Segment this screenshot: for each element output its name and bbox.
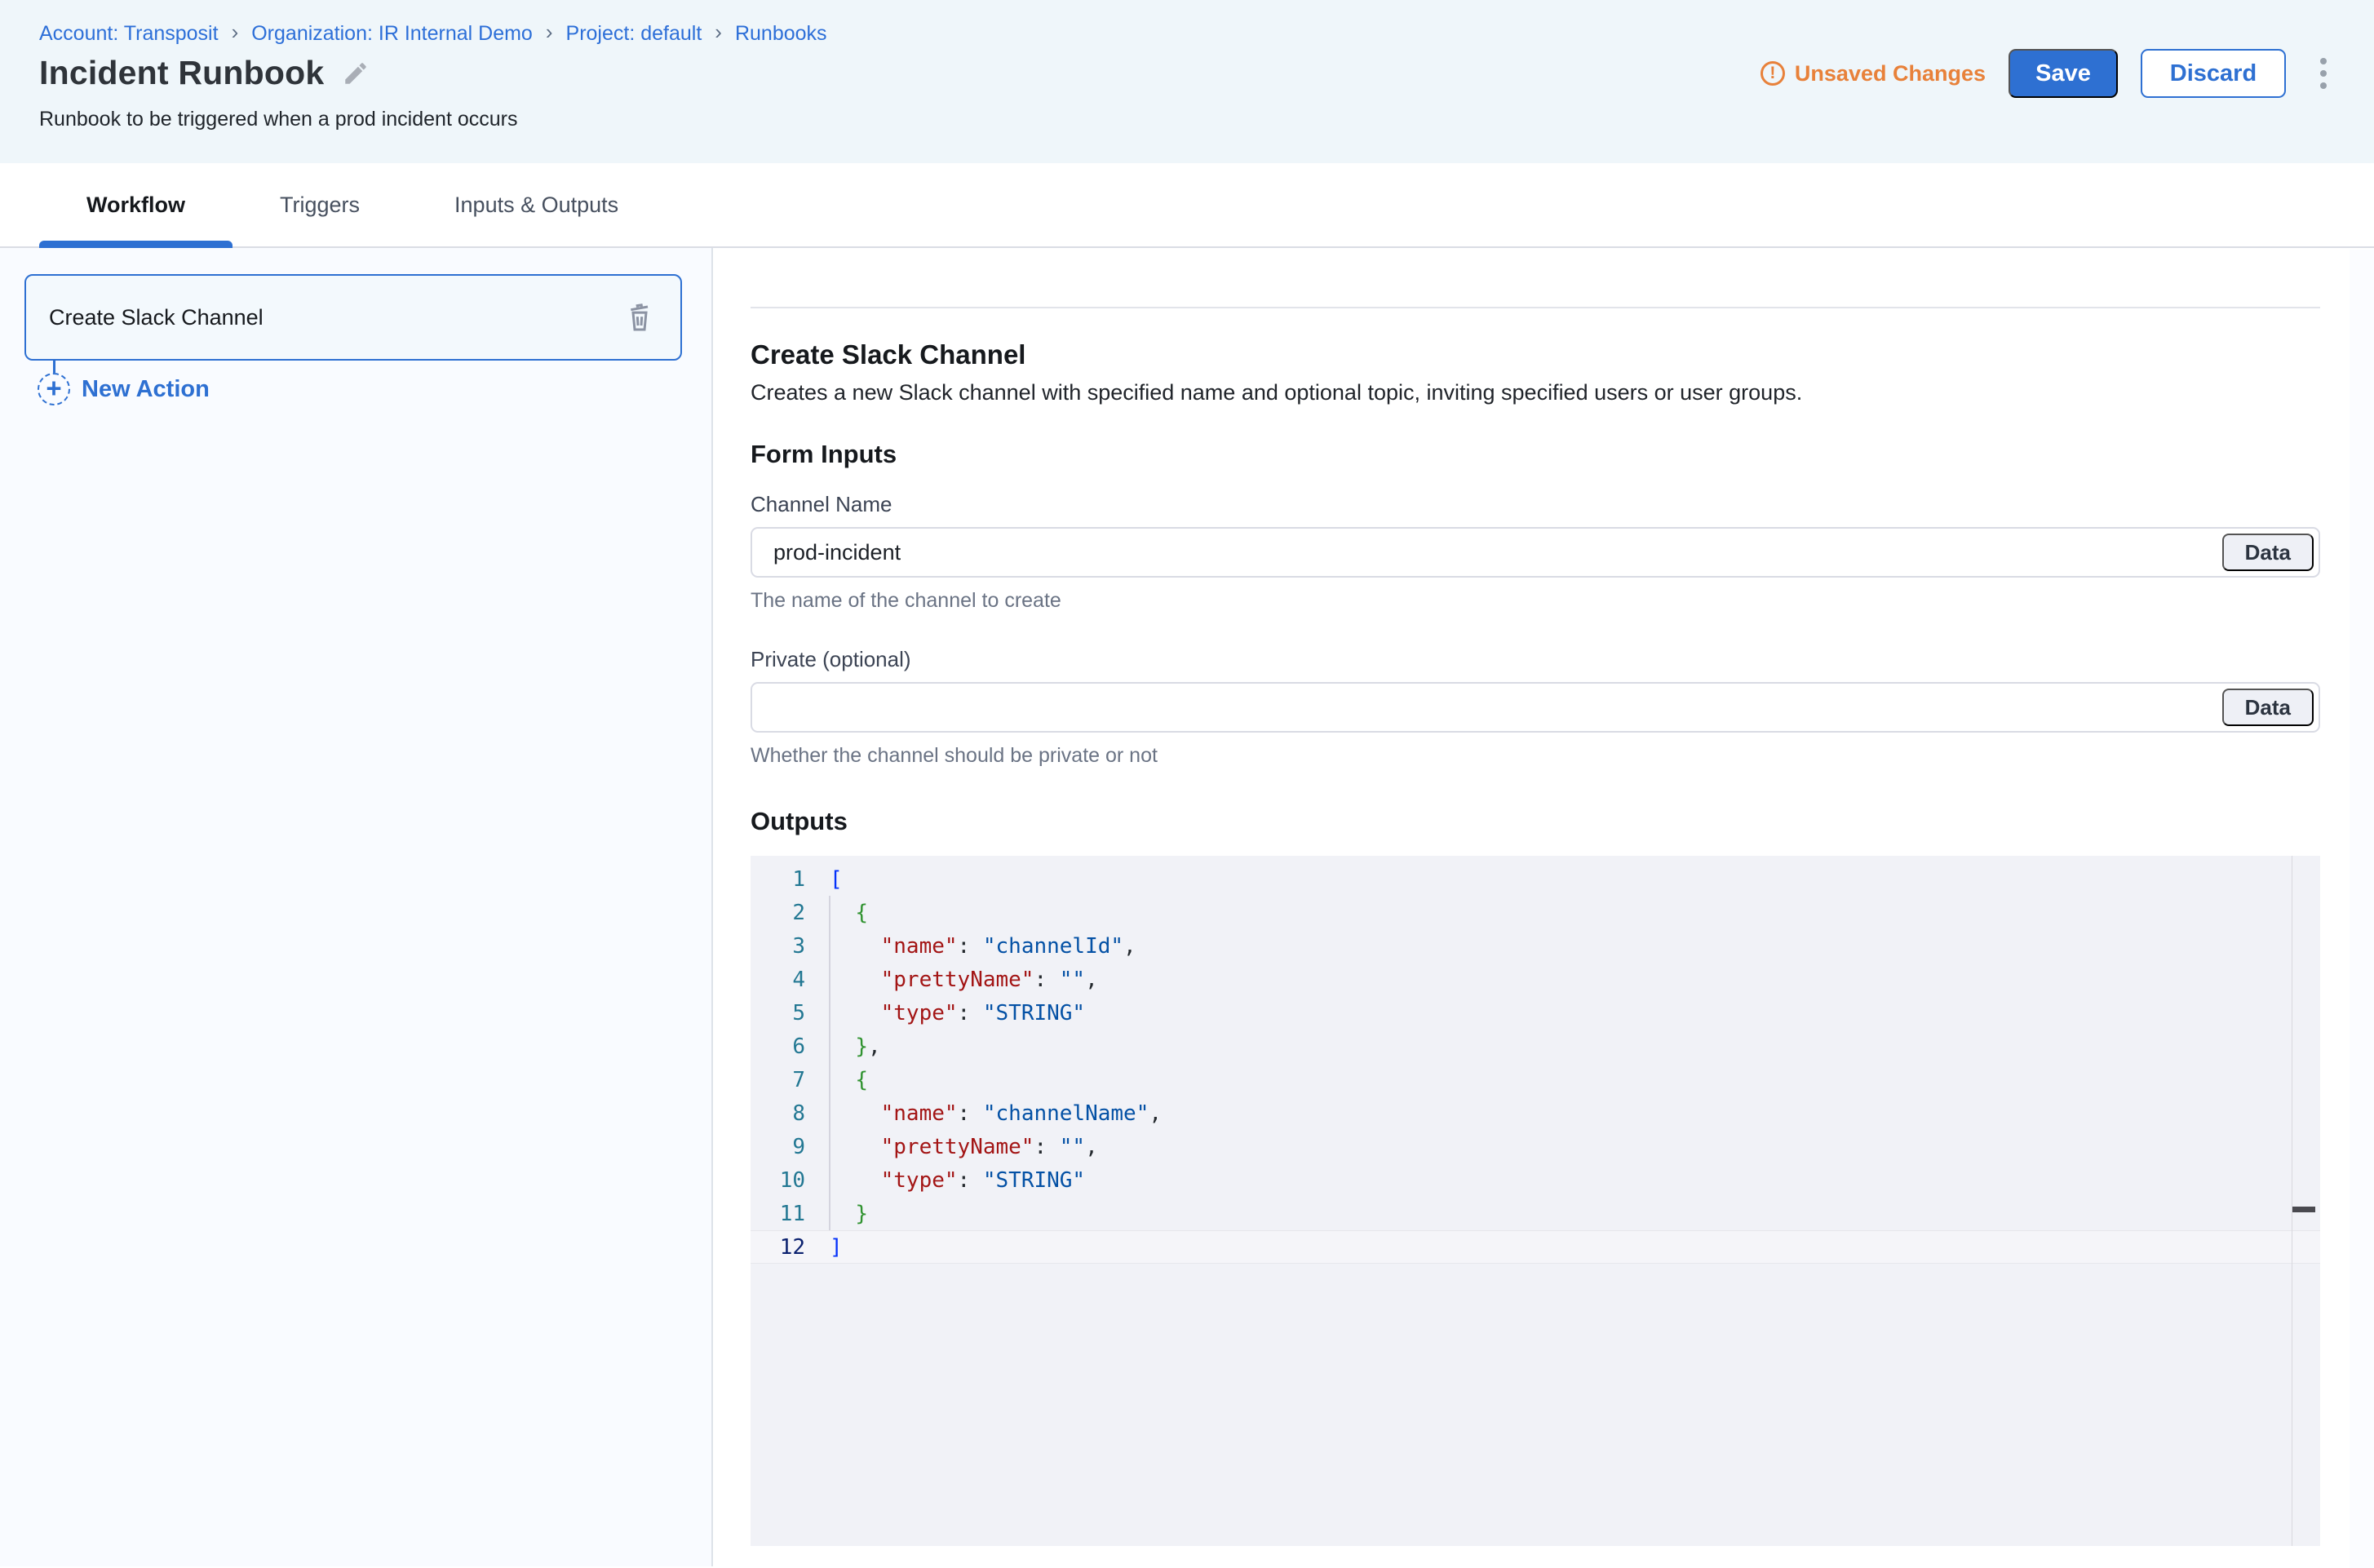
edit-title-icon[interactable]	[342, 60, 370, 87]
code-line[interactable]: 1[	[751, 862, 2320, 896]
tab-workflow-label: Workflow	[86, 193, 185, 218]
line-number: 1	[751, 867, 830, 892]
channel-name-input[interactable]	[751, 527, 2320, 578]
code-text: },	[830, 1034, 881, 1059]
private-data-button[interactable]: Data	[2222, 689, 2314, 726]
private-input[interactable]	[751, 682, 2320, 733]
line-number: 4	[751, 968, 830, 992]
channel-name-label: Channel Name	[751, 492, 2320, 517]
indent-guide	[829, 896, 830, 1230]
line-number: 10	[751, 1168, 830, 1193]
breadcrumb-separator-icon: ›	[232, 20, 239, 45]
code-line[interactable]: 10 "type": "STRING"	[751, 1163, 2320, 1197]
code-line[interactable]: 8 "name": "channelName",	[751, 1096, 2320, 1130]
breadcrumb-separator-icon: ›	[715, 20, 722, 45]
code-text: {	[830, 1068, 868, 1092]
outputs-heading: Outputs	[751, 807, 2320, 836]
warning-icon: !	[1761, 61, 1785, 86]
channel-name-helper: The name of the channel to create	[751, 589, 2320, 613]
code-line[interactable]: 5 "type": "STRING"	[751, 996, 2320, 1030]
private-label: Private (optional)	[751, 647, 2320, 672]
code-text: "type": "STRING"	[830, 1001, 1085, 1025]
discard-button[interactable]: Discard	[2141, 49, 2286, 98]
code-text: {	[830, 901, 868, 925]
breadcrumb: Account: Transposit › Organization: IR I…	[39, 21, 827, 47]
code-line[interactable]: 9 "prettyName": "",	[751, 1130, 2320, 1163]
tab-triggers[interactable]: Triggers	[233, 163, 407, 246]
action-description: Creates a new Slack channel with specifi…	[751, 380, 2320, 405]
step-connector	[53, 361, 55, 373]
line-number: 6	[751, 1034, 830, 1059]
more-options-icon[interactable]	[2309, 51, 2338, 95]
action-detail-panel: Create Slack Channel Creates a new Slack…	[713, 248, 2374, 1566]
line-number: 11	[751, 1202, 830, 1226]
outputs-code-editor[interactable]: 1[2 {3 "name": "channelId",4 "prettyName…	[751, 856, 2320, 1546]
code-text: ]	[830, 1235, 843, 1260]
page-title: Incident Runbook	[39, 54, 324, 92]
code-line[interactable]: 11 }	[751, 1197, 2320, 1230]
code-text: "prettyName": "",	[830, 1135, 1098, 1159]
new-action-label: New Action	[82, 376, 210, 403]
code-line[interactable]: 6 },	[751, 1030, 2320, 1063]
code-line[interactable]: 2 {	[751, 896, 2320, 929]
status-badge: Unsaved Changes	[1795, 61, 1986, 86]
line-number: 9	[751, 1135, 830, 1159]
unsaved-changes-status: ! Unsaved Changes	[1761, 61, 1986, 86]
new-action-button[interactable]: + New Action	[38, 373, 711, 405]
line-number: 3	[751, 934, 830, 959]
private-helper: Whether the channel should be private or…	[751, 744, 2320, 768]
cursor-position-marker	[2292, 1207, 2315, 1212]
active-tab-indicator	[39, 241, 233, 248]
workflow-steps-panel: Create Slack Channel + New Action	[0, 248, 713, 1566]
code-text: "type": "STRING"	[830, 1168, 1085, 1193]
scrollbar-track[interactable]	[2350, 250, 2374, 1568]
breadcrumb-runbooks[interactable]: Runbooks	[735, 22, 827, 46]
code-text: "prettyName": "",	[830, 968, 1098, 992]
save-button[interactable]: Save	[2009, 49, 2118, 98]
breadcrumb-project[interactable]: Project: default	[566, 22, 702, 46]
action-card-label: Create Slack Channel	[26, 305, 623, 330]
tab-workflow[interactable]: Workflow	[39, 163, 233, 246]
code-text: "name": "channelName",	[830, 1101, 1162, 1126]
code-text: [	[830, 867, 843, 892]
plus-icon: +	[38, 373, 70, 405]
app-header: Account: Transposit › Organization: IR I…	[0, 0, 2374, 163]
line-number: 7	[751, 1068, 830, 1092]
code-line[interactable]: 4 "prettyName": "",	[751, 963, 2320, 996]
code-text: "name": "channelId",	[830, 934, 1136, 959]
breadcrumb-organization[interactable]: Organization: IR Internal Demo	[251, 22, 533, 46]
tab-triggers-label: Triggers	[280, 193, 360, 218]
line-number: 12	[751, 1235, 830, 1260]
action-title: Create Slack Channel	[751, 339, 2320, 370]
code-line[interactable]: 3 "name": "channelId",	[751, 929, 2320, 963]
line-number: 5	[751, 1001, 830, 1025]
overview-ruler	[2292, 856, 2293, 1546]
code-lines: 1[2 {3 "name": "channelId",4 "prettyName…	[751, 856, 2320, 1264]
section-divider	[751, 307, 2320, 308]
channel-name-data-button[interactable]: Data	[2222, 534, 2314, 571]
tab-bar: Workflow Triggers Inputs & Outputs	[0, 163, 2374, 248]
code-text: }	[830, 1202, 868, 1226]
line-number: 2	[751, 901, 830, 925]
code-line[interactable]: 7 {	[751, 1063, 2320, 1096]
action-card-create-slack-channel[interactable]: Create Slack Channel	[24, 274, 682, 361]
runbook-subtitle: Runbook to be triggered when a prod inci…	[39, 108, 517, 131]
form-inputs-heading: Form Inputs	[751, 440, 2320, 469]
tab-inputs-outputs[interactable]: Inputs & Outputs	[407, 163, 666, 246]
code-line[interactable]: 12]	[751, 1230, 2320, 1264]
delete-action-icon[interactable]	[623, 299, 656, 335]
tab-inputs-outputs-label: Inputs & Outputs	[454, 193, 618, 218]
breadcrumb-separator-icon: ›	[546, 20, 553, 45]
breadcrumb-account[interactable]: Account: Transposit	[39, 22, 219, 46]
line-number: 8	[751, 1101, 830, 1126]
